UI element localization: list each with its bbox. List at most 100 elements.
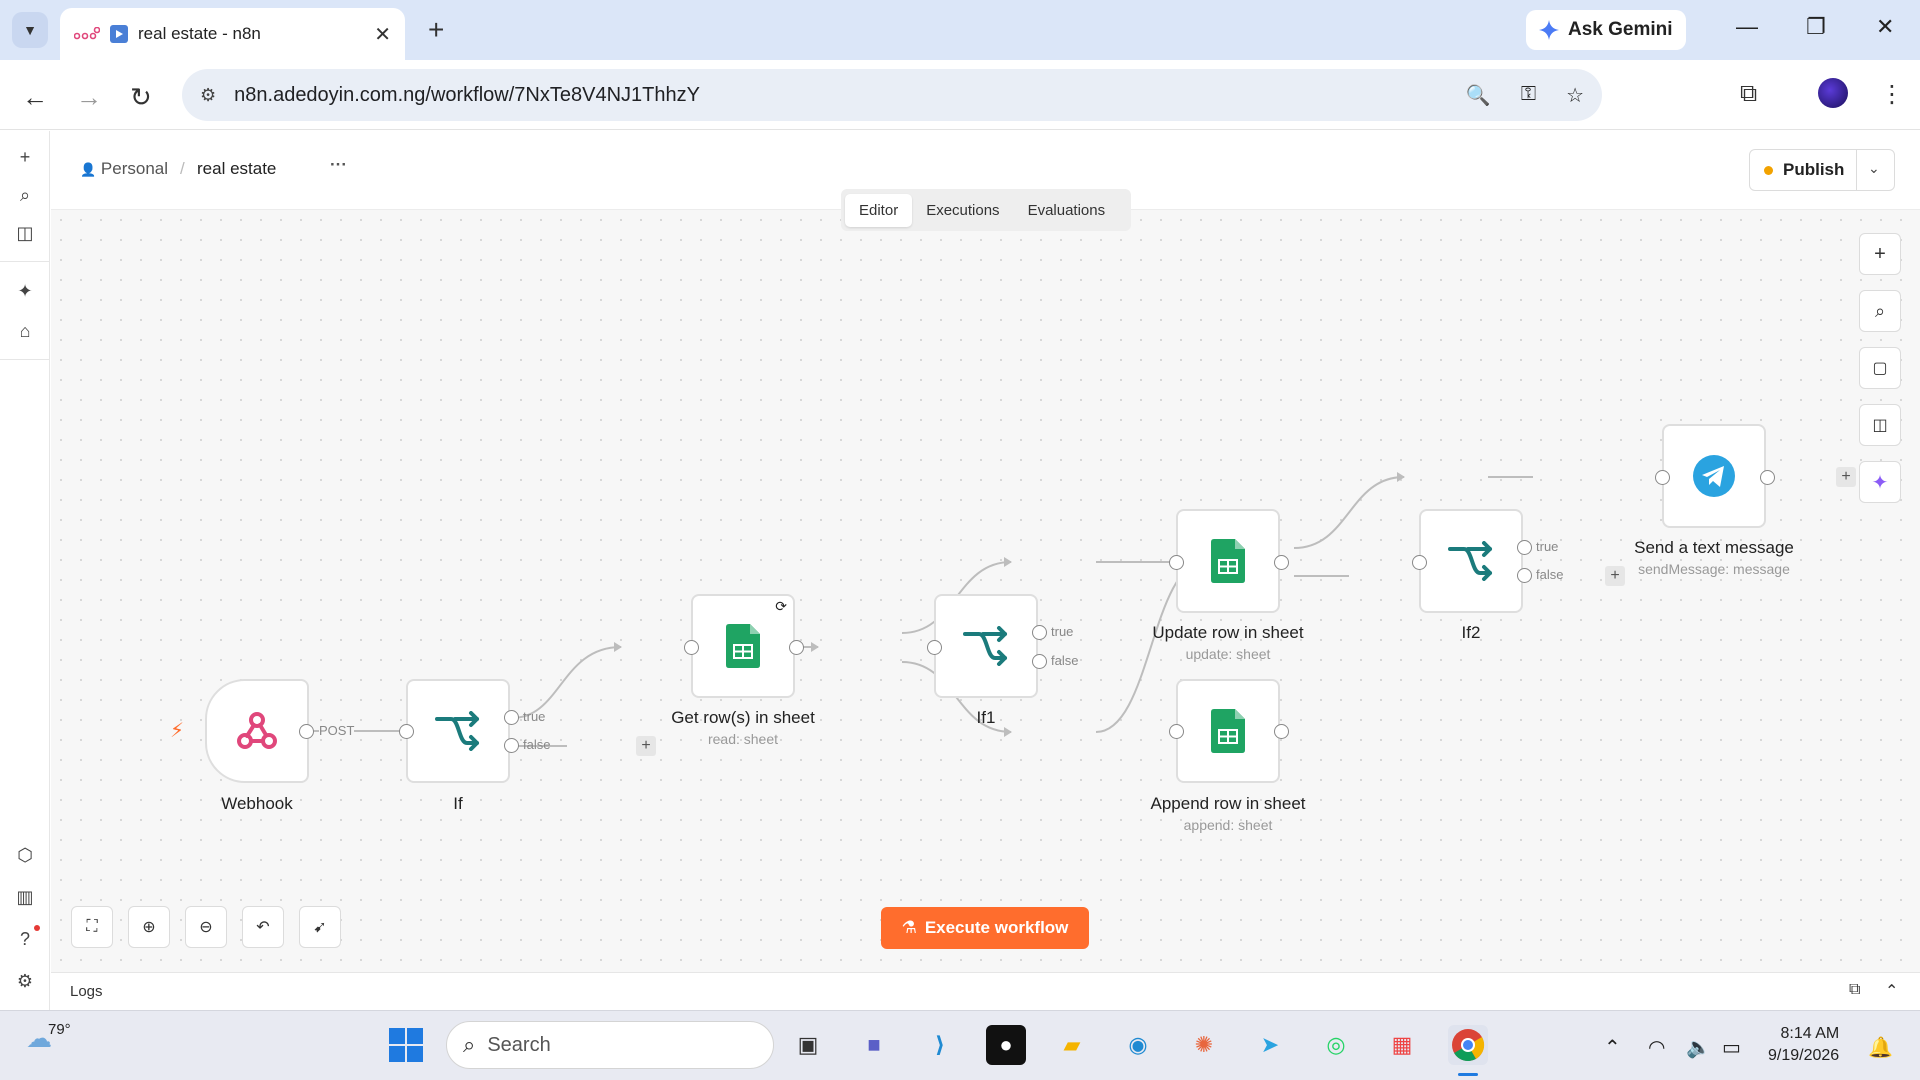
tab-close-icon[interactable]: ✕ xyxy=(374,22,391,47)
port-if-in[interactable] xyxy=(399,724,414,739)
extensions-icon[interactable]: ⧉ xyxy=(1740,80,1757,108)
chevron-down-icon[interactable]: ⌄ xyxy=(1868,160,1880,177)
port-update-row-out[interactable] xyxy=(1274,555,1289,570)
start-button[interactable] xyxy=(386,1025,426,1065)
home-icon[interactable]: ⌂ xyxy=(13,319,37,343)
tray-overflow-icon[interactable]: ⌃ xyxy=(1604,1035,1621,1060)
wifi-icon[interactable]: ◠ xyxy=(1648,1035,1665,1060)
execute-workflow-button[interactable]: ⚗ Execute workflow xyxy=(881,907,1089,949)
workflow-canvas[interactable]: ⚡ POST Webhook true false + If ⟳ Get row… xyxy=(51,209,1920,972)
tidy-up-button[interactable]: ➹ xyxy=(299,906,341,948)
window-close-icon[interactable]: ✕ xyxy=(1876,14,1894,40)
file-explorer-icon[interactable]: ▰ xyxy=(1052,1025,1092,1065)
system-clock[interactable]: 8:14 AM 9/19/2026 xyxy=(1768,1023,1839,1067)
port-if-true[interactable] xyxy=(504,710,519,725)
bookmark-star-icon[interactable]: ☆ xyxy=(1566,83,1584,108)
search-nodes-button[interactable]: ⌕ xyxy=(1859,290,1901,332)
ai-sparkle-icon[interactable]: ✦ xyxy=(13,279,37,303)
weather-widget[interactable]: ☁ 79° xyxy=(26,1021,71,1054)
port-webhook-out[interactable] xyxy=(299,724,314,739)
node-update-row[interactable] xyxy=(1176,509,1280,613)
templates-icon[interactable]: ⬡ xyxy=(13,843,37,867)
profile-avatar[interactable] xyxy=(1818,78,1848,108)
help-icon[interactable]: ? xyxy=(13,927,37,951)
omnibox[interactable]: ⚙ n8n.adedoyin.com.ng/workflow/7NxTe8V4N… xyxy=(182,69,1602,121)
tab-executions[interactable]: Executions xyxy=(912,194,1013,227)
volume-icon[interactable]: 🔈 xyxy=(1686,1035,1711,1060)
node-sub-update-row: update: sheet xyxy=(1185,646,1271,662)
zoom-out-button[interactable]: ⊖ xyxy=(185,906,227,948)
zoom-icon[interactable]: 🔍 xyxy=(1466,83,1491,108)
reload-icon[interactable]: ↻ xyxy=(130,82,152,113)
whatsapp-icon[interactable]: ◎ xyxy=(1316,1025,1356,1065)
port-append-row-in[interactable] xyxy=(1169,724,1184,739)
sidebar-toggle-icon[interactable]: ◫ xyxy=(13,221,37,245)
browser-tab[interactable]: real estate - n8n ✕ xyxy=(60,8,405,60)
tab-editor[interactable]: Editor xyxy=(845,193,913,227)
ai-assistant-button[interactable]: ✦ xyxy=(1859,461,1901,503)
taskbar-search[interactable]: ⌕ Search xyxy=(446,1021,774,1069)
node-if[interactable] xyxy=(406,679,510,783)
port-if2-false[interactable] xyxy=(1517,568,1532,583)
battery-icon[interactable]: ▭ xyxy=(1722,1035,1741,1060)
add-node-telegram-out[interactable]: + xyxy=(1836,467,1856,487)
add-icon[interactable]: + xyxy=(13,145,37,169)
vscode-icon[interactable]: ⟩ xyxy=(920,1025,960,1065)
search-icon[interactable]: ⌕ xyxy=(13,183,37,207)
ask-gemini-button[interactable]: Ask Gemini xyxy=(1526,10,1686,50)
chrome-icon[interactable] xyxy=(1448,1025,1488,1065)
undo-button[interactable]: ↶ xyxy=(242,906,284,948)
restore-icon[interactable]: ❐ xyxy=(1806,14,1826,40)
teams-icon[interactable]: ■ xyxy=(854,1025,894,1065)
tab-search-dropdown[interactable]: ▼ xyxy=(12,12,48,48)
browser-menu-icon[interactable]: ⋮ xyxy=(1880,80,1904,109)
telegram-icon[interactable]: ➤ xyxy=(1250,1025,1290,1065)
chevron-up-icon[interactable]: ⌃ xyxy=(1885,981,1898,1001)
store-icon[interactable]: ▦ xyxy=(1382,1025,1422,1065)
port-update-row-in[interactable] xyxy=(1169,555,1184,570)
port-if1-false[interactable] xyxy=(1032,654,1047,669)
edge-icon[interactable]: ◉ xyxy=(1118,1025,1158,1065)
forward-arrow-icon[interactable]: → xyxy=(76,82,102,113)
panel-toggle-button[interactable]: ◫ xyxy=(1859,404,1901,446)
port-if-false[interactable] xyxy=(504,738,519,753)
zoom-to-fit-button[interactable]: ⛶ xyxy=(71,906,113,948)
new-tab-icon[interactable]: + xyxy=(428,14,444,46)
settings-gear-icon[interactable]: ⚙ xyxy=(13,969,37,993)
breadcrumb-project[interactable]: 👤 Personal xyxy=(80,159,168,179)
minimize-icon[interactable]: — xyxy=(1736,14,1758,40)
notification-bell-icon[interactable]: 🔔 xyxy=(1868,1035,1893,1060)
more-options-icon[interactable]: ··· xyxy=(330,155,347,175)
node-if1[interactable] xyxy=(934,594,1038,698)
zoom-in-button[interactable]: ⊕ xyxy=(128,906,170,948)
port-if1-true[interactable] xyxy=(1032,625,1047,640)
port-telegram-in[interactable] xyxy=(1655,470,1670,485)
port-if1-in[interactable] xyxy=(927,640,942,655)
tab-evaluations[interactable]: Evaluations xyxy=(1014,194,1120,227)
site-settings-icon[interactable]: ⚙ xyxy=(200,85,216,106)
key-icon[interactable]: ⚿ xyxy=(1521,83,1536,108)
logs-panel-bar[interactable]: Logs ⧉ ⌃ xyxy=(51,972,1920,1010)
port-if2-true[interactable] xyxy=(1517,540,1532,555)
node-get-rows[interactable]: ⟳ xyxy=(691,594,795,698)
port-label-false: false xyxy=(1051,653,1079,668)
port-if2-in[interactable] xyxy=(1412,555,1427,570)
github-icon[interactable]: ● xyxy=(986,1025,1026,1065)
claude-icon[interactable]: ✺ xyxy=(1184,1025,1224,1065)
workflow-name[interactable]: real estate xyxy=(197,159,276,179)
port-get-rows-in[interactable] xyxy=(684,640,699,655)
port-append-row-out[interactable] xyxy=(1274,724,1289,739)
back-arrow-icon[interactable]: ← xyxy=(22,82,48,113)
node-webhook[interactable] xyxy=(205,679,309,783)
popout-icon[interactable]: ⧉ xyxy=(1849,981,1860,999)
node-if2[interactable] xyxy=(1419,509,1523,613)
node-append-row[interactable] xyxy=(1176,679,1280,783)
insights-chart-icon[interactable]: ▥ xyxy=(13,885,37,909)
port-get-rows-out[interactable] xyxy=(789,640,804,655)
port-telegram-out[interactable] xyxy=(1760,470,1775,485)
task-view-icon[interactable]: ▣ xyxy=(788,1025,828,1065)
sticky-note-button[interactable]: ▢ xyxy=(1859,347,1901,389)
publish-button[interactable]: Publish ⌄ xyxy=(1749,149,1895,191)
add-node-button[interactable]: + xyxy=(1859,233,1901,275)
node-send-telegram[interactable] xyxy=(1662,424,1766,528)
